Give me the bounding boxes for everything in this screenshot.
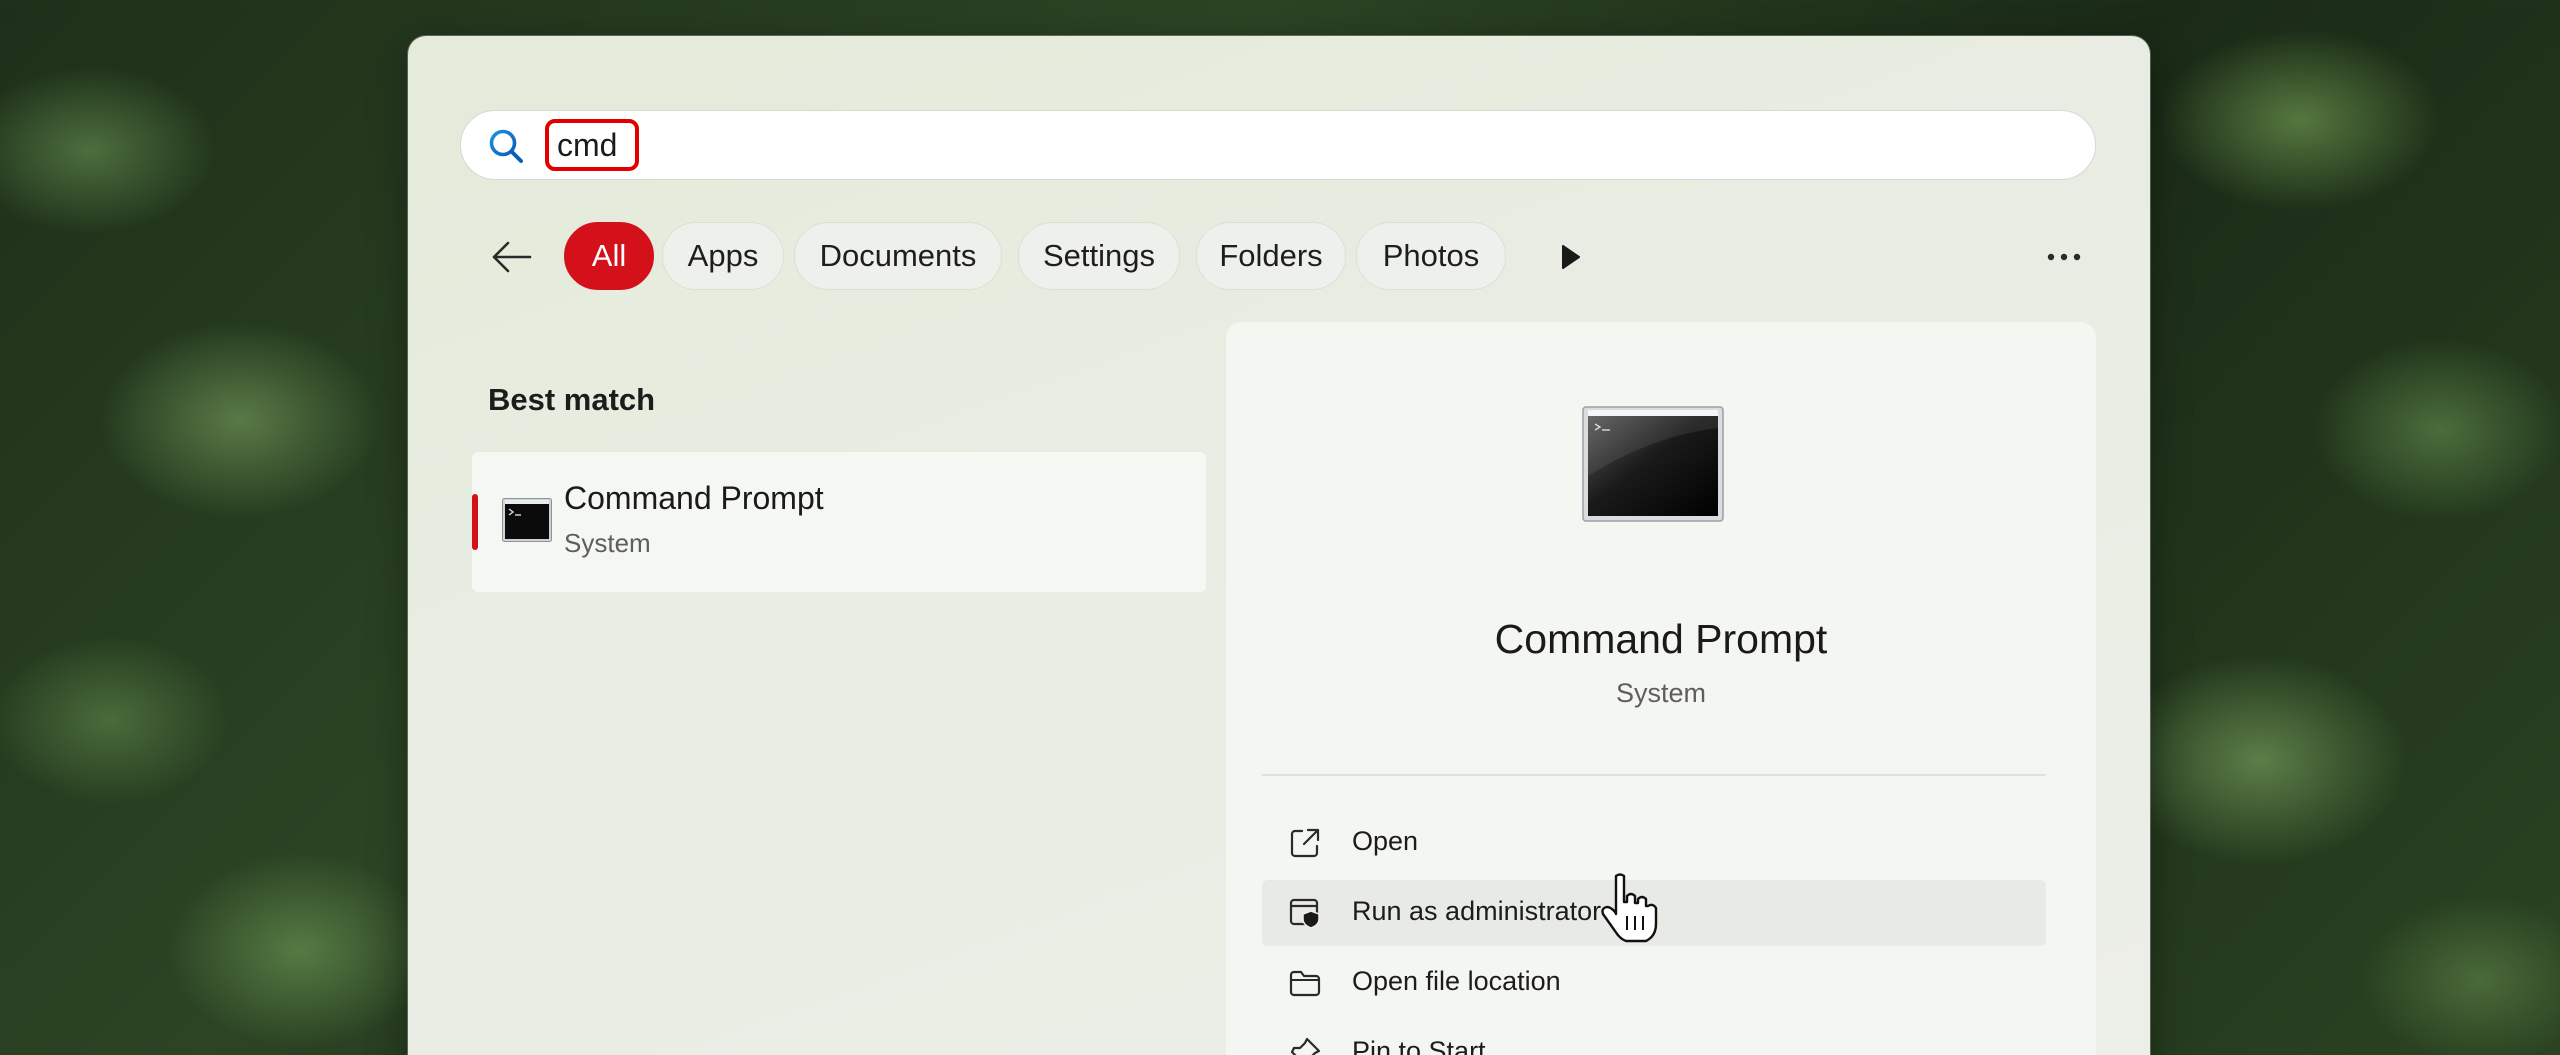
filter-label: Settings [1042, 238, 1155, 273]
more-filters-button[interactable] [1548, 234, 1594, 280]
command-prompt-icon [502, 498, 552, 542]
shield-window-icon [1289, 898, 1320, 929]
best-match-heading: Best match [488, 382, 656, 417]
play-arrow-icon [1562, 245, 1580, 269]
command-prompt-icon [1582, 406, 1724, 522]
search-input[interactable] [557, 123, 1957, 167]
filter-label: Apps [687, 238, 759, 273]
folder-icon [1289, 970, 1321, 997]
filter-documents[interactable]: Documents [794, 222, 1002, 290]
open-external-icon [1290, 828, 1320, 858]
filter-label: Documents [819, 238, 977, 273]
filter-folders[interactable]: Folders [1196, 222, 1346, 290]
more-options-button[interactable] [2034, 232, 2094, 282]
action-pin-to-start[interactable]: Pin to Start [1262, 1020, 2046, 1055]
hand-pointer-cursor-icon [1601, 873, 1658, 943]
action-label: Run as administrator [1352, 896, 1602, 926]
back-button[interactable] [486, 234, 536, 280]
filter-label: All [591, 238, 627, 273]
action-label: Pin to Start [1352, 1036, 1486, 1055]
ellipsis-icon [2047, 253, 2081, 261]
divider [1262, 774, 2046, 776]
action-label: Open file location [1352, 966, 1561, 996]
action-label: Open [1352, 826, 1419, 856]
result-subtitle: System [564, 528, 651, 558]
start-search-panel: All Apps Documents Settings Folders Phot… [408, 36, 2150, 1055]
preview-title: Command Prompt [1494, 616, 1828, 662]
best-match-result[interactable]: Command Prompt System [472, 452, 1206, 592]
preview-pane: Command Prompt System Open Run as admini… [1226, 322, 2096, 1055]
search-bar[interactable] [460, 110, 2096, 180]
filter-label: Photos [1382, 238, 1480, 273]
arrow-left-icon [492, 241, 532, 273]
preview-subtitle: System [1615, 678, 1707, 708]
action-open[interactable]: Open [1262, 810, 2046, 876]
result-title: Command Prompt [564, 480, 824, 516]
search-icon [489, 129, 523, 163]
filter-label: Folders [1219, 238, 1323, 273]
action-open-file-location[interactable]: Open file location [1262, 950, 2046, 1016]
filter-row: All Apps Documents Settings Folders Phot… [408, 222, 2150, 292]
filter-all[interactable]: All [564, 222, 654, 290]
filter-photos[interactable]: Photos [1356, 222, 1506, 290]
filter-apps[interactable]: Apps [662, 222, 784, 290]
filter-settings[interactable]: Settings [1018, 222, 1180, 290]
pin-icon [1290, 1037, 1321, 1055]
selection-indicator [472, 494, 478, 550]
